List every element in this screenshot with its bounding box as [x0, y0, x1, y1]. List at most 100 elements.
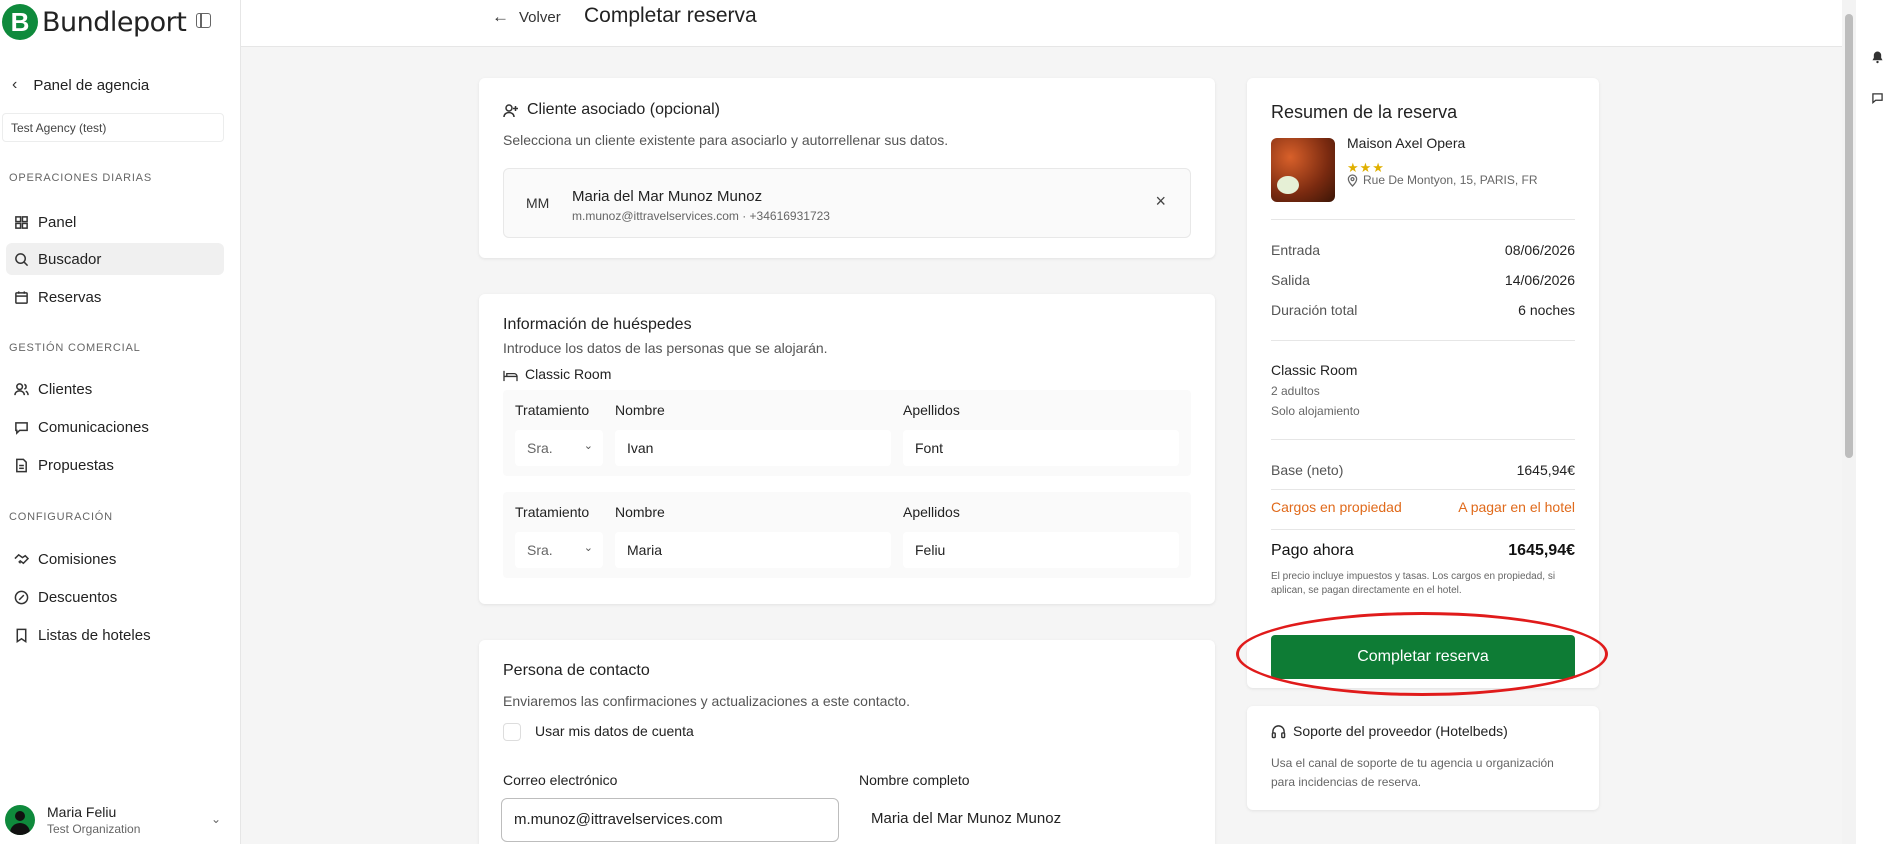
selected-client[interactable]: MM Maria del Mar Munoz Munoz m.munoz@itt…: [503, 168, 1191, 238]
guests-card-title: Información de huéspedes: [503, 316, 692, 333]
agency-panel-label: Panel de agencia: [33, 76, 150, 94]
right-rail: [1856, 0, 1883, 844]
sidebar-item-comisiones[interactable]: Comisiones: [6, 543, 224, 575]
use-account-label: Usar mis datos de cuenta: [535, 723, 694, 739]
close-icon[interactable]: ×: [1155, 191, 1166, 212]
section-label-gestion: GESTIÓN COMERCIAL: [9, 342, 141, 354]
first-name-input[interactable]: Ivan: [615, 430, 891, 466]
hotel-thumbnail[interactable]: [1271, 138, 1335, 202]
agency-panel-back-link[interactable]: ‹ Panel de agencia: [12, 76, 149, 94]
chevron-down-icon: ⌄: [583, 542, 593, 554]
use-account-checkbox[interactable]: [503, 723, 521, 741]
calendar-icon: [15, 290, 28, 304]
bell-icon[interactable]: [1872, 50, 1883, 64]
sidebar-item-label: Comisiones: [38, 550, 117, 568]
checkout-row: Salida 14/06/2026: [1271, 272, 1575, 288]
duration-row: Duración total 6 noches: [1271, 302, 1575, 318]
sidebar-item-label: Buscador: [38, 250, 102, 268]
treatment-label: Tratamiento: [515, 504, 590, 520]
document-icon: [16, 458, 27, 472]
treatment-select[interactable]: Sra. ⌄: [515, 532, 603, 568]
topbar: ← Volver Completar reserva: [241, 0, 1842, 47]
duration-value: 6 noches: [1518, 302, 1575, 318]
duration-label: Duración total: [1271, 302, 1358, 318]
treatment-select[interactable]: Sra. ⌄: [515, 430, 603, 466]
last-name-input[interactable]: Font: [903, 430, 1179, 466]
summary-title: Resumen de la reserva: [1271, 102, 1458, 122]
search-icon: [15, 252, 29, 266]
sidebar-toggle-icon[interactable]: [196, 13, 211, 28]
guest-row-2: Tratamiento Nombre Apellidos Sra. ⌄ Mari…: [503, 492, 1191, 578]
page-scrollbar[interactable]: [1842, 0, 1856, 844]
sidebar-item-listas-hoteles[interactable]: Listas de hoteles: [6, 619, 224, 651]
hotel-address: Rue De Montyon, 15, PARIS, FR: [1363, 173, 1538, 187]
pay-now-value: 1645,94€: [1508, 542, 1575, 559]
client-initials: MM: [526, 195, 550, 211]
sidebar-item-label: Panel: [38, 213, 77, 231]
scrollbar-thumb[interactable]: [1845, 14, 1853, 458]
base-value: 1645,94€: [1516, 462, 1575, 478]
checkin-label: Entrada: [1271, 242, 1321, 258]
treatment-value: Sra.: [527, 542, 553, 558]
client-card-title: Cliente asociado (opcional): [527, 101, 720, 118]
sidebar-item-label: Reservas: [38, 288, 102, 306]
user-org: Test Organization: [47, 822, 141, 836]
percent-badge-icon: [14, 590, 29, 604]
guests-card-subtitle: Introduce los datos de las personas que …: [503, 340, 828, 356]
checkin-row: Entrada 08/06/2026: [1271, 242, 1575, 258]
divider: [1271, 489, 1575, 490]
sidebar-item-comunicaciones[interactable]: Comunicaciones: [6, 411, 224, 443]
email-field[interactable]: m.munoz@ittravelservices.com: [501, 798, 839, 842]
sidebar-item-clientes[interactable]: Clientes: [6, 373, 224, 405]
treatment-label: Tratamiento: [515, 402, 590, 418]
tenant-selector[interactable]: Test Agency (test): [2, 113, 224, 142]
user-name: Maria Feliu: [47, 804, 117, 820]
handshake-icon: [14, 553, 29, 564]
complete-booking-button[interactable]: Completar reserva: [1271, 635, 1575, 679]
last-name-label: Apellidos: [903, 504, 960, 520]
sidebar-item-propuestas[interactable]: Propuestas: [6, 449, 224, 481]
divider: [1271, 219, 1575, 220]
user-menu[interactable]: Maria Feliu Test Organization ⌄: [0, 800, 241, 840]
price-note: El precio incluye impuestos y tasas. Los…: [1271, 571, 1556, 596]
checkin-value: 08/06/2026: [1504, 242, 1575, 258]
summary-occupancy: 2 adultos: [1271, 384, 1320, 398]
users-icon: [14, 382, 29, 395]
sidebar-item-label: Propuestas: [38, 456, 114, 474]
contact-card-title: Persona de contacto: [503, 662, 650, 679]
sidebar-item-reservas[interactable]: Reservas: [6, 281, 224, 313]
room-name: Classic Room: [525, 366, 612, 382]
chevron-left-icon: ‹: [12, 76, 18, 93]
checkout-label: Salida: [1271, 272, 1310, 288]
sidebar-item-label: Listas de hoteles: [38, 626, 151, 644]
divider: [1271, 340, 1575, 341]
back-button[interactable]: ← Volver: [492, 7, 561, 27]
last-name-input[interactable]: Feliu: [903, 532, 1179, 568]
support-title: Soporte del proveedor (Hotelbeds): [1293, 723, 1508, 739]
first-name-input[interactable]: Maria: [615, 532, 891, 568]
email-label: Correo electrónico: [503, 772, 618, 788]
sidebar-item-label: Comunicaciones: [38, 418, 149, 436]
guest-row-1: Tratamiento Nombre Apellidos Sra. ⌄ Ivan…: [503, 390, 1191, 476]
sidebar-item-descuentos[interactable]: Descuentos: [6, 581, 224, 613]
client-name: Maria del Mar Munoz Munoz: [572, 188, 763, 205]
booking-summary-card: Resumen de la reserva Maison Axel Opera …: [1247, 78, 1599, 688]
charges-row: Cargos en propiedad A pagar en el hotel: [1271, 499, 1575, 515]
fullname-field[interactable]: Maria del Mar Munoz Munoz: [859, 798, 1191, 842]
contact-card-subtitle: Enviaremos las confirmaciones y actualiz…: [503, 693, 910, 709]
avatar: [5, 805, 35, 835]
sidebar-item-label: Descuentos: [38, 588, 118, 606]
base-row: Base (neto) 1645,94€: [1271, 462, 1575, 478]
feedback-icon[interactable]: [1872, 92, 1883, 104]
divider: [1271, 529, 1575, 530]
bookmark-icon: [16, 628, 27, 643]
sidebar-item-panel[interactable]: Panel: [6, 206, 224, 238]
bed-icon: [503, 370, 518, 382]
headphones-icon: [1271, 725, 1286, 739]
sidebar-item-buscador[interactable]: Buscador: [6, 243, 224, 275]
user-plus-icon: [503, 104, 518, 118]
base-label: Base (neto): [1271, 462, 1344, 478]
section-label-configuracion: CONFIGURACIÓN: [9, 511, 113, 523]
logo-text: Bundleport: [42, 6, 187, 38]
client-contact: m.munoz@ittravelservices.com · +34616931…: [572, 209, 830, 223]
